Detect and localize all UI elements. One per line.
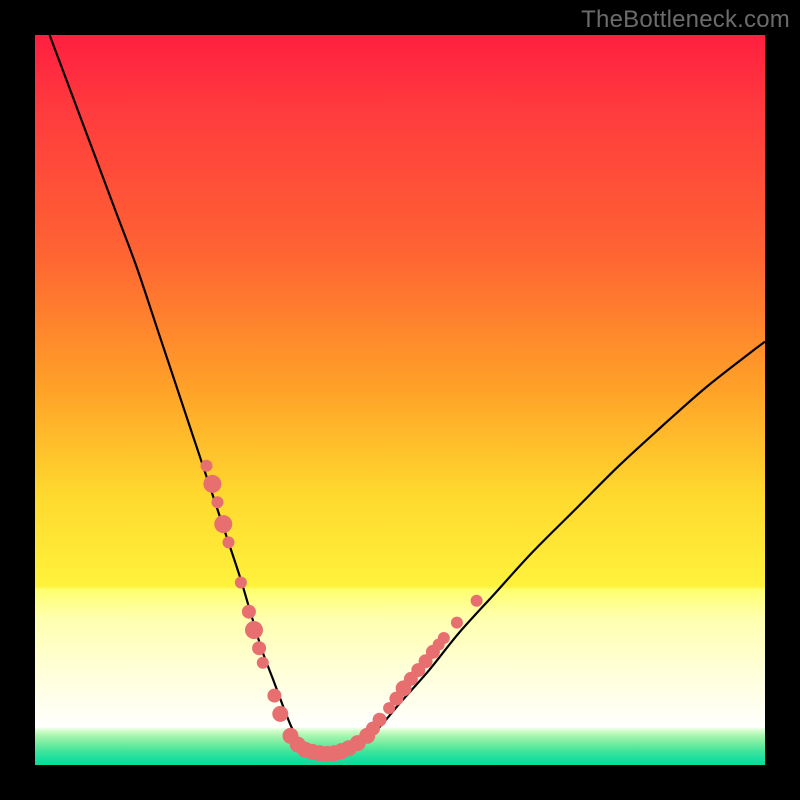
curve-marker: [272, 706, 288, 722]
curve-marker: [214, 515, 232, 533]
curve-markers: [201, 460, 483, 762]
chart-stage: TheBottleneck.com: [0, 0, 800, 800]
curve-marker: [242, 605, 256, 619]
curve-marker: [212, 496, 224, 508]
curve-marker: [201, 460, 213, 472]
curve-marker: [223, 536, 235, 548]
bottleneck-curve: [50, 35, 765, 754]
curve-marker: [438, 632, 450, 644]
curve-marker: [267, 689, 281, 703]
curve-marker: [471, 595, 483, 607]
curve-marker: [373, 713, 387, 727]
curve-marker: [245, 621, 263, 639]
curve-marker: [257, 657, 269, 669]
plot-area: [35, 35, 765, 765]
curve-marker: [451, 617, 463, 629]
curve-marker: [203, 475, 221, 493]
curve-svg: [35, 35, 765, 765]
watermark-text: TheBottleneck.com: [581, 6, 790, 34]
curve-marker: [252, 641, 266, 655]
curve-marker: [235, 577, 247, 589]
